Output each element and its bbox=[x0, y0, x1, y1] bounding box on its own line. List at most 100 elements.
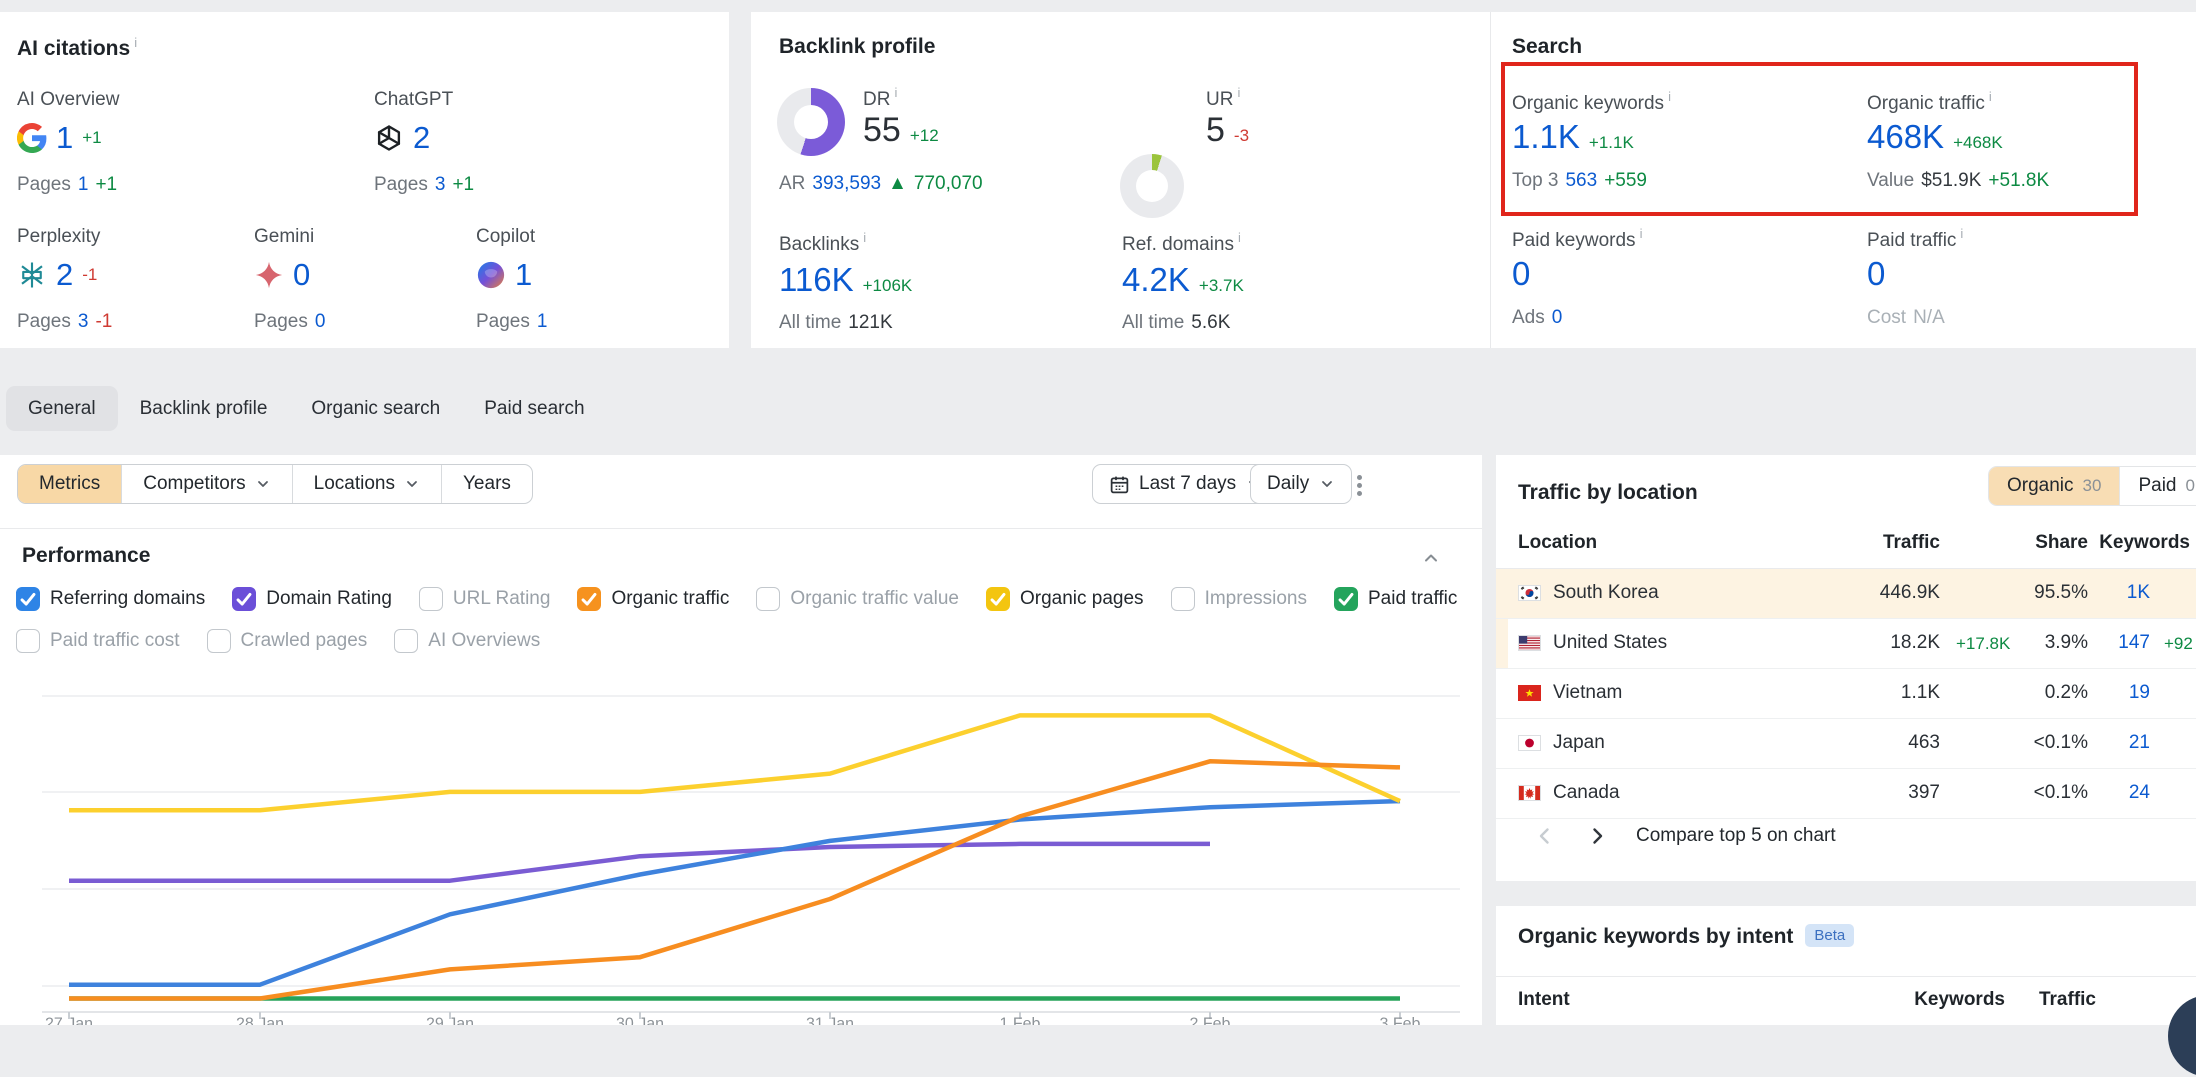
tab-organic-search[interactable]: Organic search bbox=[289, 386, 462, 431]
tab-paid-search[interactable]: Paid search bbox=[462, 386, 606, 431]
metric-checkbox-crawled-pages[interactable]: Crawled pages bbox=[207, 629, 368, 653]
intent-title: Organic keywords by intentBeta bbox=[1518, 924, 1854, 949]
share-value: 3.9% bbox=[2045, 632, 2088, 654]
filter-segmented-control: Metrics Competitors Locations Years bbox=[17, 464, 533, 504]
traffic-by-location-title: Traffic by location bbox=[1518, 481, 1698, 505]
keywords-link[interactable]: 19 bbox=[2129, 682, 2150, 704]
x-axis-label: 29 Jan bbox=[426, 1015, 474, 1025]
x-axis-label: 28 Jan bbox=[236, 1015, 284, 1025]
dr-value: 55+12 bbox=[863, 113, 939, 147]
prev-page-icon[interactable] bbox=[1534, 825, 1556, 847]
traffic-value: 463 bbox=[1908, 732, 1940, 754]
metric-value: 1.1K+1.1K bbox=[1512, 120, 1634, 153]
info-icon[interactable]: i bbox=[1989, 89, 1992, 104]
increase-triangle-icon: ▲ bbox=[888, 173, 907, 194]
location-row-canada[interactable]: Canada397<0.1%24 bbox=[1496, 769, 2196, 819]
x-axis-label: 31 Jan bbox=[806, 1015, 854, 1025]
location-row-japan[interactable]: Japan463<0.1%21 bbox=[1496, 719, 2196, 769]
column-header-intent-traffic[interactable]: Traffic bbox=[2039, 989, 2096, 1011]
metric-checkbox-ai-overviews[interactable]: AI Overviews bbox=[394, 629, 540, 653]
checked-checkbox-icon bbox=[232, 587, 256, 611]
tab-backlink-profile[interactable]: Backlink profile bbox=[118, 386, 290, 431]
location-name: Canada bbox=[1553, 782, 1620, 804]
metrics-filter-button[interactable]: Metrics bbox=[18, 465, 122, 503]
metric-checkbox-referring-domains[interactable]: Referring domains bbox=[16, 587, 205, 611]
calendar-icon bbox=[1109, 474, 1130, 495]
ref-domains-label: Ref. domainsi bbox=[1122, 230, 1241, 256]
unchecked-checkbox-icon bbox=[756, 587, 780, 611]
metric-checkbox-organic-traffic[interactable]: Organic traffic bbox=[577, 587, 729, 611]
keywords-link[interactable]: 24 bbox=[2129, 782, 2150, 804]
location-row-vietnam[interactable]: Vietnam1.1K0.2%19 bbox=[1496, 669, 2196, 719]
metric-checkbox-domain-rating[interactable]: Domain Rating bbox=[232, 587, 392, 611]
metric-checkbox-paid-traffic-cost[interactable]: Paid traffic cost bbox=[16, 629, 180, 653]
gemini-icon bbox=[254, 260, 284, 290]
column-header-keywords[interactable]: Keywords bbox=[2099, 532, 2190, 554]
metric-subrow: Value$51.9K+51.8K bbox=[1867, 170, 2056, 192]
divider bbox=[1496, 976, 2196, 977]
ref-domains-alltime: All time5.6K bbox=[1122, 312, 1237, 334]
granularity-button[interactable]: Daily bbox=[1250, 464, 1352, 504]
chevron-down-icon bbox=[255, 476, 271, 492]
japan-flag bbox=[1518, 735, 1541, 751]
column-header-traffic[interactable]: Traffic bbox=[1883, 532, 1940, 554]
info-icon[interactable]: i bbox=[1237, 85, 1240, 100]
info-icon[interactable]: i bbox=[1238, 230, 1241, 245]
metric-checkbox-organic-pages[interactable]: Organic pages bbox=[986, 587, 1144, 611]
keywords-link[interactable]: 1K bbox=[2127, 582, 2150, 604]
info-icon[interactable]: i bbox=[863, 230, 866, 245]
x-axis-label: 27 Jan bbox=[45, 1015, 93, 1025]
metric-value: 0 bbox=[1867, 257, 1885, 290]
info-icon[interactable]: i bbox=[1668, 89, 1671, 104]
metric-checkbox-paid-traffic[interactable]: Paid traffic bbox=[1334, 587, 1457, 611]
location-table: South Korea446.9K95.5%1KUnited States18.… bbox=[1496, 569, 2196, 819]
perplexity-icon bbox=[17, 260, 47, 290]
locations-filter-button[interactable]: Locations bbox=[293, 465, 442, 503]
next-page-icon[interactable] bbox=[1586, 825, 1608, 847]
info-icon[interactable]: i bbox=[894, 85, 897, 100]
toggle-organic[interactable]: Organic30 bbox=[1989, 467, 2119, 505]
ref-domains-value: 4.2K+3.7K bbox=[1122, 263, 1244, 296]
keywords-link[interactable]: 147 bbox=[2118, 632, 2150, 654]
google-icon bbox=[17, 123, 47, 153]
toggle-paid[interactable]: Paid0 bbox=[2119, 467, 2196, 505]
ur-value: 5-3 bbox=[1206, 113, 1249, 147]
metric-checkbox-organic-traffic-value[interactable]: Organic traffic value bbox=[756, 587, 959, 611]
ai-citation-pages: Pages3-1 bbox=[17, 311, 119, 333]
metric-label: Organic keywordsi bbox=[1512, 89, 1671, 115]
traffic-by-location-card: Traffic by location Organic30 Paid0 Loca… bbox=[1496, 455, 2196, 881]
info-icon[interactable]: i bbox=[1640, 226, 1643, 241]
ai-source-label: Gemini bbox=[254, 226, 314, 248]
ai-citation-value: 2 bbox=[374, 120, 430, 156]
ai-citation-pages: Pages0 bbox=[254, 311, 332, 333]
column-header-share[interactable]: Share bbox=[2035, 532, 2088, 554]
traffic-value: 1.1K bbox=[1901, 682, 1940, 704]
column-header-intent-keywords[interactable]: Keywords bbox=[1914, 989, 2005, 1011]
vietnam-flag bbox=[1518, 685, 1541, 701]
column-header-intent[interactable]: Intent bbox=[1518, 989, 1570, 1011]
dr-donut-chart bbox=[777, 88, 845, 156]
column-header-location[interactable]: Location bbox=[1518, 532, 1597, 554]
metric-checkbox-impressions[interactable]: Impressions bbox=[1171, 587, 1307, 611]
checked-checkbox-icon bbox=[577, 587, 601, 611]
competitors-filter-button[interactable]: Competitors bbox=[122, 465, 292, 503]
keywords-by-intent-card: Organic keywords by intentBeta Intent Ke… bbox=[1496, 906, 2196, 1025]
info-icon[interactable]: i bbox=[1960, 226, 1963, 241]
chevron-up-icon[interactable] bbox=[1421, 548, 1441, 568]
years-filter-button[interactable]: Years bbox=[442, 465, 532, 503]
keywords-link[interactable]: 21 bbox=[2129, 732, 2150, 754]
ai-citations-card: AI citationsi AI Overview1+1Pages1+1Chat… bbox=[0, 12, 729, 348]
ai-citation-value: 2-1 bbox=[17, 257, 97, 293]
share-value: 95.5% bbox=[2034, 582, 2088, 604]
metric-checkbox-url-rating[interactable]: URL Rating bbox=[419, 587, 551, 611]
tab-general[interactable]: General bbox=[6, 386, 118, 431]
ai-citation-pages: Pages3+1 bbox=[374, 174, 481, 196]
location-row-united-states[interactable]: United States18.2K+17.8K3.9%147+92 bbox=[1496, 619, 2196, 669]
compare-top5-link[interactable]: Compare top 5 on chart bbox=[1636, 825, 1836, 847]
info-icon[interactable]: i bbox=[134, 35, 137, 50]
kebab-menu-icon[interactable] bbox=[1346, 472, 1372, 498]
location-row-south-korea[interactable]: South Korea446.9K95.5%1K bbox=[1496, 569, 2196, 619]
performance-line-chart: 27 Jan28 Jan29 Jan30 Jan31 Jan1 Feb2 Feb… bbox=[0, 660, 1482, 1025]
ai-citation-pages: Pages1 bbox=[476, 311, 554, 333]
ai-citation-value: 0 bbox=[254, 257, 310, 293]
